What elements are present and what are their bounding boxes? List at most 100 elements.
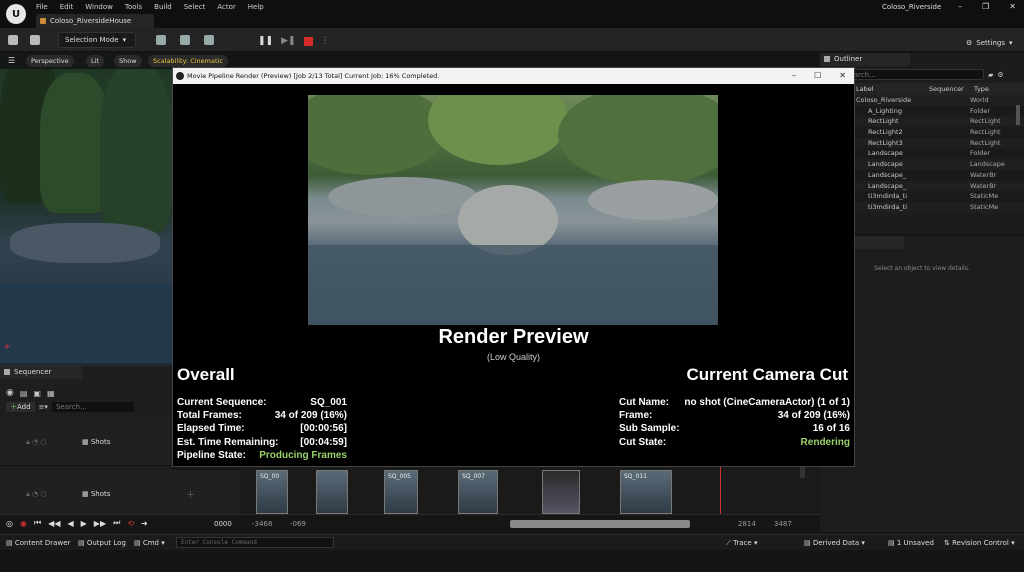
track-row[interactable]: 🔒︎ ◔ ○ ▦ Shots ＋ [0, 470, 240, 514]
lock-icon[interactable]: 🔒︎ ◔ ○ [26, 438, 46, 447]
menu-actor[interactable]: Actor [217, 3, 235, 11]
menu-file[interactable]: File [36, 3, 48, 11]
outliner-tab[interactable]: Outliner [820, 53, 910, 66]
render-icon[interactable]: ▣ [33, 389, 41, 398]
jump-icon[interactable]: ➜ [141, 519, 148, 528]
range-start[interactable]: -3468 [252, 520, 272, 528]
loop-icon[interactable]: ⟲ [127, 519, 134, 528]
to-start-icon[interactable]: ⏮ [34, 518, 41, 528]
shot-thumbnail[interactable]: SQ_007 [458, 470, 498, 514]
dialog-window-controls: – ☐ ✕ [792, 68, 846, 84]
shot-thumbnail[interactable] [542, 470, 580, 514]
toolbar-file-buttons [8, 32, 40, 48]
menu-window[interactable]: Window [85, 3, 113, 11]
sequencer-tab-label: Sequencer [14, 368, 52, 376]
shot-thumbnail[interactable] [316, 470, 348, 514]
render-preview-image [308, 95, 718, 325]
folder-icon[interactable]: ▰ [988, 71, 993, 79]
stat-row: Elapsed Time: [00:00:56] [177, 423, 347, 435]
trace-dropdown[interactable]: ⟋ Trace ▾ [726, 539, 757, 548]
chevron-down-icon: ▾ [1009, 39, 1013, 47]
sequencer-tab[interactable]: Sequencer [0, 366, 82, 379]
stop-icon[interactable] [303, 36, 313, 46]
scalability-warning[interactable]: Scalability: Cinematic [148, 55, 228, 67]
outliner-row-type: Landscape [970, 160, 1005, 169]
derived-data-dropdown[interactable]: ▤ Derived Data ▾ [804, 539, 865, 547]
perspective-button[interactable]: Perspective [26, 55, 74, 67]
output-log-button[interactable]: ▤ Output Log [78, 539, 126, 547]
dialog-titlebar[interactable]: Movie Pipeline Render (Preview) [Job 2/1… [173, 68, 854, 84]
add-shot-icon[interactable]: ＋ [186, 488, 195, 501]
more-options-icon[interactable]: ⋮ [321, 36, 330, 46]
step-forward-icon[interactable]: ▶▶ [94, 519, 106, 528]
menu-build[interactable]: Build [154, 3, 172, 11]
level-viewport[interactable]: ✛ [0, 53, 172, 366]
add-actor-icon[interactable] [156, 35, 166, 45]
to-end-icon[interactable]: ⏭ [113, 518, 120, 528]
range-end[interactable]: 2814 [738, 520, 756, 528]
cinematics-icon[interactable] [204, 35, 214, 45]
selection-mode-dropdown[interactable]: Selection Mode ▾ [58, 32, 136, 48]
close-icon[interactable]: ✕ [1009, 2, 1016, 11]
add-track-button[interactable]: ＋Add [6, 402, 35, 412]
content-drawer-button[interactable]: ▤ Content Drawer [6, 539, 70, 547]
column-sequencer[interactable]: Sequencer [915, 85, 970, 93]
revision-control-dropdown[interactable]: ⇅ Revision Control ▾ [944, 539, 1015, 547]
blueprint-icon[interactable] [180, 35, 190, 45]
play-reverse-icon[interactable]: ◀ [67, 519, 73, 528]
save-icon[interactable] [8, 35, 18, 45]
clapper-icon[interactable]: ▦ [47, 389, 55, 398]
minimize-icon[interactable]: – [792, 68, 796, 84]
column-type[interactable]: Type [970, 85, 1024, 93]
hamburger-icon[interactable]: ☰ [8, 56, 15, 65]
sequencer-search-input[interactable]: Search... [51, 402, 134, 412]
shot-thumbnail[interactable]: SQ_00 [256, 470, 288, 514]
record-icon[interactable]: ◉ [20, 519, 27, 528]
step-back-icon[interactable]: ◀◀ [48, 519, 60, 528]
settings-circle-icon[interactable]: ◎ [6, 519, 13, 528]
shot-thumbnail[interactable]: SQ_005 [384, 470, 418, 514]
filter-icon[interactable]: ≡▾ [39, 403, 48, 411]
show-button[interactable]: Show [114, 55, 142, 67]
settings-button[interactable]: ⚙ Settings ▾ [966, 35, 1013, 51]
camera-cut-stats: Cut Name: no shot (CineCameraActor) (1 of… [619, 396, 850, 449]
outliner-scrollbar[interactable] [1016, 105, 1020, 125]
play-icon[interactable]: ▶ [81, 519, 87, 528]
selection-mode-label: Selection Mode [65, 36, 119, 44]
gear-icon[interactable]: ⚙ [997, 71, 1003, 79]
overall-stats: Current Sequence: SQ_001 Total Frames: 34 … [177, 396, 347, 462]
minimize-icon[interactable]: – [958, 2, 962, 11]
lit-button[interactable]: Lit [86, 55, 104, 67]
render-preview-subtitle: (Low Quality) [486, 352, 540, 362]
timeline-range-slider[interactable] [510, 520, 690, 528]
range-end-out[interactable]: 3487 [774, 520, 792, 528]
console-input[interactable]: Enter Console Command [176, 537, 334, 548]
current-frame[interactable]: 0000 [214, 520, 232, 528]
maximize-icon[interactable]: ❐ [982, 2, 989, 11]
unsaved-button[interactable]: ▤ 1 Unsaved [888, 539, 934, 547]
settings-label: Settings [976, 39, 1005, 47]
cmd-dropdown[interactable]: ▤ Cmd ▾ [134, 539, 165, 547]
play-controls: ❚❚ ▶❚ ⋮ [258, 33, 330, 49]
status-bar: ▤ Content Drawer ▤ Output Log ▤ Cmd ▾ En… [0, 534, 1024, 550]
dialog-title: Movie Pipeline Render (Preview) [Job 2/1… [187, 72, 440, 80]
lock-icon[interactable]: 🔒︎ ◔ ○ [26, 490, 46, 499]
menu-help[interactable]: Help [248, 3, 264, 11]
menu-select[interactable]: Select [184, 3, 206, 11]
film-icon[interactable]: ▤ [20, 389, 28, 398]
step-icon[interactable]: ▶❚ [281, 36, 295, 46]
axis-gizmo-icon: ✛ [4, 343, 10, 351]
range-mid[interactable]: -069 [290, 520, 306, 528]
menu-edit[interactable]: Edit [60, 3, 74, 11]
overall-heading: Overall [177, 365, 235, 384]
close-icon[interactable]: ✕ [839, 68, 846, 84]
level-tab[interactable]: Coloso_RiversideHouse [36, 14, 154, 28]
pause-icon[interactable]: ❚❚ [258, 36, 273, 46]
menu-tools[interactable]: Tools [125, 3, 142, 11]
outliner-row-type: StaticMe [970, 202, 999, 211]
shot-thumbnail[interactable]: SQ_011 [620, 470, 672, 514]
level-icon [40, 18, 46, 24]
content-icon[interactable] [30, 35, 40, 45]
camera-icon[interactable]: ◉ [6, 388, 14, 398]
maximize-icon[interactable]: ☐ [814, 68, 821, 84]
